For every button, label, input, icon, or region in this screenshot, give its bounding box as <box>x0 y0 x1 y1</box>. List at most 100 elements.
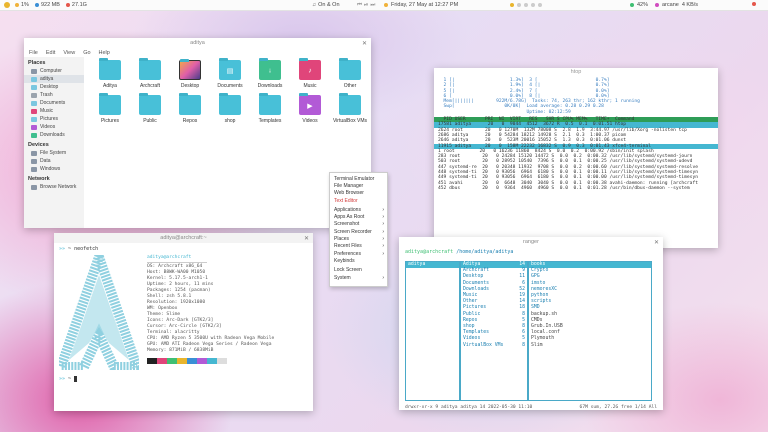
ranger-current-column: Aditya 14 Archcraft 9 Desktop 11 Documents 6… <box>460 261 528 401</box>
process-row[interactable]: 452 dbus 20 0 9364 4960 4960 S 0.0 0.1 0… <box>434 186 718 191</box>
terminal-window: aditya@archcraft:~ ✕ »» ~ neofetch aditya… <box>54 233 313 411</box>
menu-item-system[interactable]: System › <box>330 274 387 281</box>
menu-item-terminal[interactable]: Terminal Emulator <box>330 175 387 182</box>
folder-music[interactable]: ♪ Music <box>290 58 330 89</box>
sidebar-item-filesystem[interactable]: File System <box>24 149 84 157</box>
system-info: aditya@archcraft OS: Archcraft x86_64 Ho… <box>147 255 274 370</box>
memory-icon <box>34 3 39 7</box>
menu-item-text-editor[interactable]: Text Editor <box>330 197 387 204</box>
menu-item-file-manager[interactable]: File Manager <box>330 182 387 189</box>
sidebar-item-desktop[interactable]: Desktop <box>24 83 84 91</box>
close-icon[interactable]: ✕ <box>654 239 659 246</box>
file-manager-window: aditya ✕ File Edit View Go Help Places Co… <box>24 38 371 228</box>
workspace-3-icon[interactable] <box>524 3 528 7</box>
folder-icon <box>179 93 201 115</box>
folder-public[interactable]: Public <box>130 93 170 124</box>
power-icon[interactable] <box>752 2 756 8</box>
sidebar-item-browse-network[interactable]: Browse Network <box>24 183 84 191</box>
workspace-2-icon[interactable] <box>517 3 521 7</box>
workspace-1-icon[interactable] <box>510 3 514 7</box>
drive-icon <box>31 158 37 164</box>
menu-item-applications[interactable]: Applications › <box>330 206 387 213</box>
file-manager-titlebar[interactable]: aditya ✕ <box>24 38 371 48</box>
sidebar-header-places: Places <box>28 60 46 66</box>
prev-icon[interactable]: ⏮ <box>357 2 362 9</box>
folder-shop[interactable]: shop <box>210 93 250 124</box>
computer-icon <box>31 68 37 74</box>
process-row[interactable]: 503 root 20 0 28952 10540 7396 S 0.0 0.1… <box>434 159 718 164</box>
next-icon[interactable]: ⏭ <box>370 2 375 9</box>
menu-file[interactable]: File <box>29 50 38 56</box>
list-item[interactable]: aditya <box>406 262 459 269</box>
folder-repos[interactable]: Repos <box>170 93 210 124</box>
prompt-arrow-icon: »» <box>59 376 66 382</box>
folder-aditya[interactable]: Aditya <box>90 58 130 89</box>
menu-launcher-icon[interactable] <box>4 2 10 8</box>
menu-edit[interactable]: Edit <box>46 50 55 56</box>
close-icon[interactable]: ✕ <box>362 40 367 47</box>
downloads-icon: ↓ <box>259 58 281 80</box>
sidebar-item-windows[interactable]: Windows <box>24 165 84 173</box>
drive-icon <box>31 150 37 156</box>
ranger-statusbar: drwxr-xr-x 9 aditya aditya 14 2022-05-30… <box>405 405 657 410</box>
documents-icon <box>31 100 37 106</box>
ranger-preview-column: books Crypto GPG imsto nemoresXC python … <box>528 261 652 401</box>
sidebar-item-data[interactable]: Data <box>24 157 84 165</box>
wifi-icon <box>655 3 659 7</box>
menu-item-places[interactable]: Places › <box>330 235 387 242</box>
menu-item-screenshot[interactable]: Screenshot › <box>330 221 387 228</box>
battery-icon <box>630 3 634 7</box>
sidebar-item-downloads[interactable]: Downloads <box>24 131 84 139</box>
folder-videos[interactable]: ▶ Videos <box>290 93 330 124</box>
folder-virtualbox[interactable]: VirtualBox VMs <box>330 93 370 124</box>
workspace-5-icon[interactable] <box>538 3 542 7</box>
sidebar-item-aditya[interactable]: aditya <box>24 75 84 83</box>
menu-item-apps-as-root[interactable]: Apps As Root › <box>330 213 387 220</box>
sidebar-item-videos[interactable]: Videos <box>24 123 84 131</box>
workspace-4-icon[interactable] <box>531 3 535 7</box>
music-indicator[interactable]: ♫ On & On <box>312 2 340 8</box>
sidebar-item-music[interactable]: Music <box>24 107 84 115</box>
ranger-path: aditya@archcraft /home/aditya/aditya <box>405 249 514 255</box>
menu-item-lock-screen[interactable]: Lock Screen <box>330 267 387 274</box>
folder-other[interactable]: Other <box>330 58 370 89</box>
ranger-titlebar[interactable]: ranger ✕ <box>399 237 663 247</box>
folder-archcraft[interactable]: Archcraft <box>130 58 170 89</box>
file-manager-menubar: File Edit View Go Help <box>24 48 371 57</box>
htop-meters: 1 [| 1.3%] 3 [ 0.7%] 2 [| 1.9%] 4 [| 0.7… <box>443 78 640 115</box>
folder-pictures[interactable]: Pictures <box>90 93 130 124</box>
menu-item-preferences[interactable]: Preferences › <box>330 250 387 257</box>
menu-item-recent-files[interactable]: Recent Files › <box>330 243 387 250</box>
close-icon[interactable]: ✕ <box>304 235 309 242</box>
folder-desktop[interactable]: Desktop <box>170 59 210 89</box>
sidebar-item-computer[interactable]: Computer <box>24 67 84 75</box>
process-row[interactable]: 449 systemd-ti 20 0 93056 6964 6180 S 0.… <box>434 175 718 180</box>
sidebar-item-trash[interactable]: Trash <box>24 91 84 99</box>
folder-documents[interactable]: ▤ Documents <box>210 58 250 89</box>
terminal-titlebar[interactable]: aditya@archcraft:~ ✕ <box>54 233 313 243</box>
sidebar-item-pictures[interactable]: Pictures <box>24 115 84 123</box>
workspace-indicators[interactable] <box>510 3 542 7</box>
folder-templates[interactable]: Templates <box>250 93 290 124</box>
menu-help[interactable]: Help <box>99 50 110 56</box>
terminal-command-line: »» ~ neofetch <box>59 246 99 252</box>
menu-item-screen-recorder[interactable]: Screen Recorder › <box>330 228 387 235</box>
list-item[interactable]: VirtualBox VMs 8 <box>461 343 527 349</box>
htop-titlebar[interactable]: htop <box>434 68 718 76</box>
menu-go[interactable]: Go <box>83 50 90 56</box>
menu-item-keybinds[interactable]: Keybinds <box>330 257 387 264</box>
menu-item-web-browser[interactable]: Web Browser <box>330 190 387 197</box>
htop-window: htop 1 [| 1.3%] 3 [ 0.7%] 2 [| 1.9%] 4 [… <box>434 68 718 248</box>
list-item[interactable]: Slim <box>529 343 651 349</box>
arch-logo-ascii-art <box>59 255 139 370</box>
drive-icon <box>31 166 37 172</box>
pictures-icon <box>31 116 37 122</box>
folder-icon <box>139 93 161 115</box>
network-indicator[interactable]: arcane 4 KB/s <box>655 2 698 8</box>
terminal-prompt[interactable]: »» ~ _ <box>59 376 308 382</box>
sidebar-item-documents[interactable]: Documents <box>24 99 84 107</box>
folder-downloads[interactable]: ↓ Downloads <box>250 58 290 89</box>
menu-view[interactable]: View <box>63 50 75 56</box>
play-icon[interactable]: ⏯ <box>364 2 368 9</box>
top-panel: 1% 922 MB 27.1G ♫ On & On ⏮ ⏯ ⏭ Friday, 27 … <box>0 0 768 11</box>
